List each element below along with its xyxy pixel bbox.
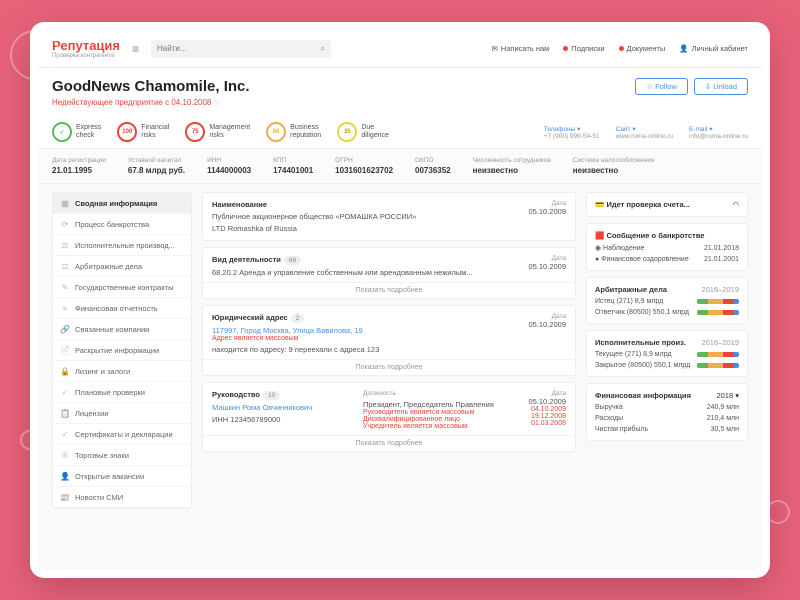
fin-row: Расходы210,4 млн [595, 415, 739, 422]
fin-row: Выручка240,9 млн [595, 404, 739, 411]
sidebar-item[interactable]: ⚖Исполнительные производ... [53, 235, 191, 256]
year-select[interactable]: 2018 ▾ [716, 391, 739, 400]
show-more[interactable]: Показать подробнее [203, 282, 575, 298]
risk-ring: 100 [117, 122, 137, 142]
contact-item[interactable]: E-mail ▾info@roma-online.ru [689, 125, 748, 140]
menu-icon[interactable]: ≡ [132, 42, 139, 56]
manager-link[interactable]: Машкин Рома Овчинникович [212, 403, 363, 412]
risk-item[interactable]: 75Managementrisks [185, 122, 250, 142]
arbitration-card: Арбитражные дела2016–2019 Истец (271) 8,… [586, 277, 748, 324]
card-address: Юридический адрес2 117997, Город Москва,… [202, 305, 576, 376]
address-link[interactable]: 117997, Город Москва, Улица Вавилова, 19 [212, 326, 379, 335]
logo: Репутация Проверка контрагента [52, 38, 120, 59]
risk-ring: 50 [266, 122, 286, 142]
sidebar-icon: 🔒 [60, 366, 70, 376]
exec-card: Исполнительные произ.2016–2019 Текущее (… [586, 330, 748, 377]
arb-row: Ответчик (80500) 550,1 млрд [595, 309, 739, 316]
sidebar-icon: ≡ [60, 303, 70, 313]
account-link[interactable]: 👤Личный кабинет [679, 44, 748, 53]
sidebar-icon: 📰 [60, 492, 70, 502]
documents-link[interactable]: Документы [619, 44, 666, 53]
card-activity: Вид деятельности68 68.20.2 Аренда и упра… [202, 247, 576, 299]
sidebar-item[interactable]: 🔗Связанные компании [53, 319, 191, 340]
sidebar-icon: ® [60, 450, 70, 460]
status-inactive: Недействующее предприятие с 04.10.2008 ⓘ [38, 97, 762, 116]
show-more[interactable]: Показать подробнее [203, 435, 575, 451]
sidebar-item[interactable]: 👤Открытые вакансии [53, 466, 191, 487]
sidebar-icon: ✎ [60, 282, 70, 292]
sidebar-item[interactable]: ⚖Арбитражные дела [53, 256, 191, 277]
sidebar-icon: ⚖ [60, 261, 70, 271]
sidebar-item[interactable]: 📰Новости СМИ [53, 487, 191, 508]
bankruptcy-card: 🟥 Сообщение о банкротстве ◉ Наблюдение21… [586, 223, 748, 271]
sidebar-item[interactable]: ⟳Процесс банкротства [53, 214, 191, 235]
sidebar-icon: ✓ [60, 429, 70, 439]
risk-item[interactable]: 100Financialrisks [117, 122, 169, 142]
sidebar-icon: ⟳ [60, 219, 70, 229]
exec-row: Закрытое (80500) 550,1 млрд [595, 362, 739, 369]
contact-item[interactable]: Телефоны ▾+7 (900) 999-54-51 [544, 125, 600, 140]
arb-row: Истец (271) 8,9 млрд [595, 298, 739, 305]
write-us-link[interactable]: ✉Написать нам [492, 44, 550, 53]
sidebar-item[interactable]: ✎Государственные контракты [53, 277, 191, 298]
sidebar-item[interactable]: ≡Финансовая отчетность [53, 298, 191, 319]
card-management: Руководство10 Машкин Рома Овчинникович И… [202, 382, 576, 452]
page-title: GoodNews Chamomile, Inc. [52, 78, 250, 95]
unload-button[interactable]: ⇩ Unload [694, 78, 748, 95]
search-input[interactable]: ⌕ [151, 40, 331, 58]
contact-item[interactable]: Сайт ▾www.roma-online.ru [616, 125, 673, 140]
sidebar-icon: ⚖ [60, 240, 70, 250]
search-icon[interactable]: ⌕ [321, 44, 325, 54]
meta-item: Система налогообложениянеизвестно [573, 157, 655, 175]
meta-item: КПП174401001 [273, 157, 313, 175]
risk-ring: 35 [337, 122, 357, 142]
sidebar-icon: ✓ [60, 387, 70, 397]
sidebar-item[interactable]: ®Торговые знаки [53, 445, 191, 466]
risk-item[interactable]: ✓Expresscheck [52, 122, 101, 142]
sidebar-item[interactable]: 📄Раскрытие информации [53, 340, 191, 361]
sidebar-icon: 📋 [60, 408, 70, 418]
user-icon: 👤 [679, 44, 688, 53]
fin-row: Чистая прибыль30,5 млн [595, 426, 739, 433]
meta-item: ОГРН1031601623702 [335, 157, 393, 175]
sidebar-item[interactable]: 🔒Лизинг и залоги [53, 361, 191, 382]
risk-item[interactable]: 35Duediligence [337, 122, 389, 142]
card-name: Наименование Публичное акционерное общес… [202, 192, 576, 241]
subscriptions-link[interactable]: Подписки [563, 44, 604, 53]
bank-row: ◉ Наблюдение21.01.2018 [595, 244, 739, 252]
sidebar-item[interactable]: 📋Лицензии [53, 403, 191, 424]
account-check: 💳 Идет проверка счета...◠ [586, 192, 748, 217]
sidebar-icon: 🔗 [60, 324, 70, 334]
dot-badge [563, 46, 568, 51]
sidebar-item[interactable]: ▦Сводная информация [53, 193, 191, 214]
exec-row: Текущее (271) 8,9 млрд [595, 351, 739, 358]
meta-item: Дата регистрации21.01.1995 [52, 157, 106, 175]
sidebar-icon: 👤 [60, 471, 70, 481]
meta-item: Численность сотрудниковнеизвестно [473, 157, 551, 175]
meta-item: Уставной капитал67.8 млрд руб. [128, 157, 185, 175]
risk-ring: ✓ [52, 122, 72, 142]
risk-ring: 75 [185, 122, 205, 142]
sidebar-icon: ▦ [60, 198, 70, 208]
sidebar-icon: 📄 [60, 345, 70, 355]
risk-item[interactable]: 50Businessreputation [266, 122, 321, 142]
sidebar-item[interactable]: ✓Сертификаты и декларации [53, 424, 191, 445]
follow-button[interactable]: ☆ Follow [635, 78, 687, 95]
dot-badge [619, 46, 624, 51]
sidebar-item[interactable]: ✓Плановые проверки [53, 382, 191, 403]
meta-item: ИНН1144000003 [207, 157, 251, 175]
finance-card: Финансовая информация2018 ▾ Выручка240,9… [586, 383, 748, 441]
show-more[interactable]: Показать подробнее [203, 359, 575, 375]
meta-item: ОКПО00736352 [415, 157, 451, 175]
bank-row: ● Финансовое оздоровление21.01.2001 [595, 256, 739, 263]
chat-icon: ✉ [492, 44, 498, 53]
